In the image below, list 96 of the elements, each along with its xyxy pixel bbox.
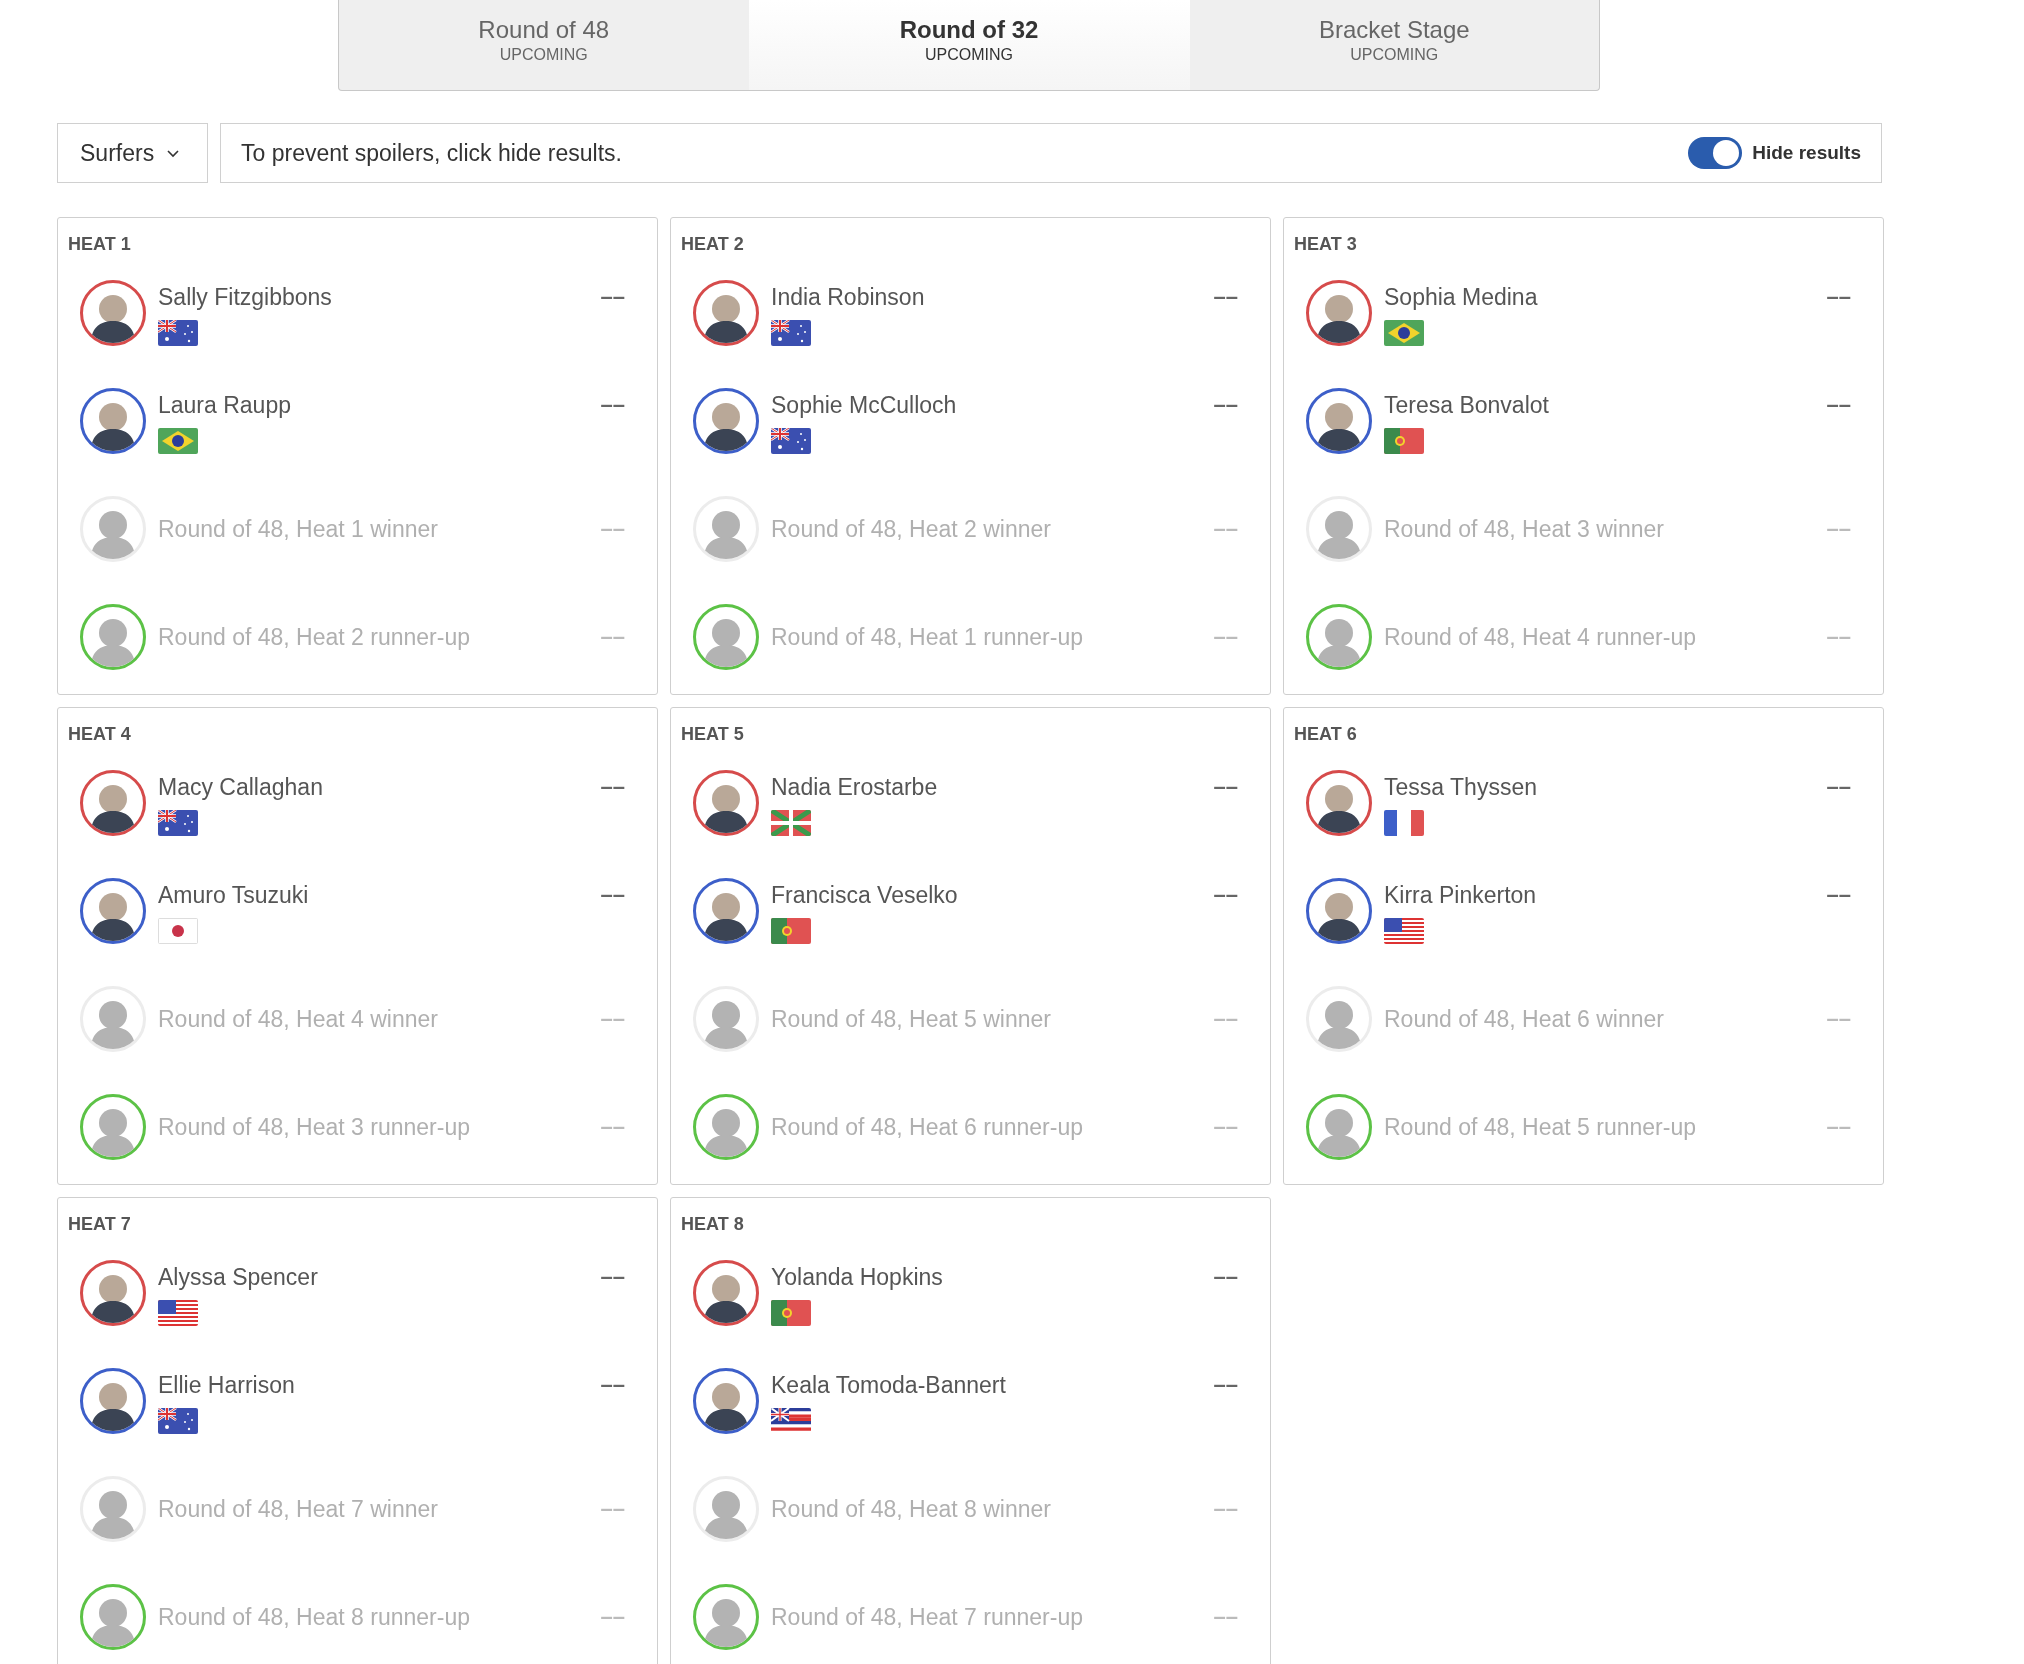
notice-text: To prevent spoilers, click hide results.	[241, 138, 623, 168]
australia-flag-icon	[158, 1408, 198, 1434]
surfer-name[interactable]: Sophia Medina	[1384, 282, 1827, 312]
score-text: ––	[1213, 1113, 1239, 1141]
score-text: ––	[600, 1113, 626, 1141]
heat-title: HEAT 3	[1294, 233, 1357, 256]
placeholder-name: Round of 48, Heat 1 runner-up	[771, 623, 1084, 652]
surfer-name[interactable]: Kirra Pinkerton	[1384, 880, 1827, 910]
score-text: ––	[1213, 1495, 1239, 1523]
heat-title: HEAT 6	[1294, 723, 1357, 746]
placeholder-name: Round of 48, Heat 5 runner-up	[1384, 1113, 1697, 1142]
surfer-name[interactable]: Francisca Veselko	[771, 880, 1214, 910]
score-text: ––	[1826, 1005, 1852, 1033]
surfer-name[interactable]: Amuro Tsuzuki	[158, 880, 601, 910]
surfer-name[interactable]: Yolanda Hopkins	[771, 1262, 1214, 1292]
surfer-name[interactable]: India Robinson	[771, 282, 1214, 312]
portugal-flag-icon	[771, 1300, 811, 1326]
score-text: ––	[600, 1005, 626, 1033]
placeholder-name: Round of 48, Heat 4 winner	[158, 1005, 439, 1034]
score-text: ––	[1213, 623, 1239, 651]
score-text: ––	[600, 391, 626, 419]
score-text: ––	[600, 515, 626, 543]
japan-flag-icon	[158, 918, 198, 944]
portugal-flag-icon	[771, 918, 811, 944]
score-text: ––	[1826, 623, 1852, 651]
placeholder-name: Round of 48, Heat 2 runner-up	[158, 623, 471, 652]
heat-title: HEAT 7	[68, 1213, 131, 1236]
score-text: ––	[1213, 515, 1239, 543]
score-text: ––	[600, 881, 626, 909]
score-text: ––	[1213, 773, 1239, 801]
score-text: ––	[1213, 1263, 1239, 1291]
heat-title: HEAT 5	[681, 723, 744, 746]
score-text: ––	[600, 1371, 626, 1399]
australia-flag-icon	[158, 810, 198, 836]
score-text: ––	[600, 1495, 626, 1523]
score-text: ––	[1826, 391, 1852, 419]
surfer-name[interactable]: Teresa Bonvalot	[1384, 390, 1827, 420]
score-text: ––	[1826, 283, 1852, 311]
score-text: ––	[1826, 1113, 1852, 1141]
round-tab[interactable]: Bracket Stage UPCOMING	[1189, 0, 1599, 90]
surfer-name[interactable]: Sally Fitzgibbons	[158, 282, 601, 312]
score-text: ––	[1826, 773, 1852, 801]
score-text: ––	[600, 773, 626, 801]
placeholder-name: Round of 48, Heat 4 runner-up	[1384, 623, 1697, 652]
score-text: ––	[600, 1603, 626, 1631]
placeholder-name: Round of 48, Heat 2 winner	[771, 515, 1052, 544]
score-text: ––	[600, 623, 626, 651]
france-flag-icon	[1384, 810, 1424, 836]
round-tab[interactable]: Round of 32 UPCOMING	[748, 0, 1190, 90]
surfer-name[interactable]: Laura Raupp	[158, 390, 601, 420]
hide-results-toggle[interactable]: Hide results	[1688, 137, 1861, 169]
placeholder-name: Round of 48, Heat 7 winner	[158, 1495, 439, 1524]
brazil-flag-icon	[1384, 320, 1424, 346]
score-text: ––	[600, 1263, 626, 1291]
score-text: ––	[1213, 283, 1239, 311]
placeholder-name: Round of 48, Heat 6 winner	[1384, 1005, 1665, 1034]
surfer-name[interactable]: Ellie Harrison	[158, 1370, 601, 1400]
australia-flag-icon	[771, 320, 811, 346]
placeholder-name: Round of 48, Heat 1 winner	[158, 515, 439, 544]
score-text: ––	[600, 283, 626, 311]
basque-flag-icon	[771, 810, 811, 836]
portugal-flag-icon	[1384, 428, 1424, 454]
score-text: ––	[1213, 1603, 1239, 1631]
toggle-switch[interactable]	[1688, 137, 1743, 169]
surfer-name[interactable]: Nadia Erostarbe	[771, 772, 1214, 802]
surfer-name[interactable]: Tessa Thyssen	[1384, 772, 1827, 802]
usa-flag-icon	[158, 1300, 198, 1326]
surfer-name[interactable]: Keala Tomoda-Bannert	[771, 1370, 1214, 1400]
score-text: ––	[1213, 391, 1239, 419]
placeholder-name: Round of 48, Heat 8 winner	[771, 1495, 1052, 1524]
heat-title: HEAT 8	[681, 1213, 744, 1236]
usa-flag-icon	[1384, 918, 1424, 944]
surfer-name[interactable]: Sophie McCulloch	[771, 390, 1214, 420]
placeholder-name: Round of 48, Heat 7 runner-up	[771, 1603, 1084, 1632]
australia-flag-icon	[771, 428, 811, 454]
score-text: ––	[1213, 1005, 1239, 1033]
round-tab[interactable]: Round of 48 UPCOMING	[339, 0, 749, 90]
surfers-dropdown[interactable]: Surfers	[57, 123, 208, 183]
surfer-name[interactable]: Macy Callaghan	[158, 772, 601, 802]
placeholder-name: Round of 48, Heat 3 winner	[1384, 515, 1665, 544]
score-text: ––	[1213, 881, 1239, 909]
australia-flag-icon	[158, 320, 198, 346]
placeholder-name: Round of 48, Heat 5 winner	[771, 1005, 1052, 1034]
heat-title: HEAT 1	[68, 233, 131, 256]
placeholder-name: Round of 48, Heat 6 runner-up	[771, 1113, 1084, 1142]
heat-title: HEAT 4	[68, 723, 131, 746]
brazil-flag-icon	[158, 428, 198, 454]
score-text: ––	[1826, 515, 1852, 543]
hawaii-flag-icon	[771, 1408, 811, 1434]
score-text: ––	[1213, 1371, 1239, 1399]
chevron-down-icon	[166, 148, 181, 158]
heat-title: HEAT 2	[681, 233, 744, 256]
placeholder-name: Round of 48, Heat 3 runner-up	[158, 1113, 471, 1142]
placeholder-name: Round of 48, Heat 8 runner-up	[158, 1603, 471, 1632]
score-text: ––	[1826, 881, 1852, 909]
surfer-name[interactable]: Alyssa Spencer	[158, 1262, 601, 1292]
